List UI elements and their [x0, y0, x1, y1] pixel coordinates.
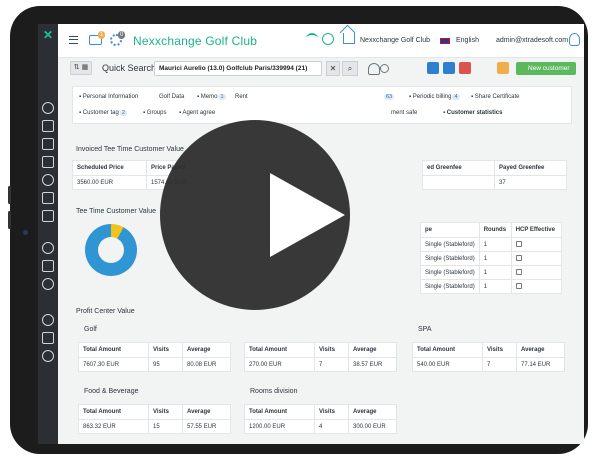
table-row: 7607.30 EUR 95 80.08 EUR [78, 357, 231, 372]
tablet-side-button [8, 211, 11, 229]
tab-share-certificate[interactable]: ▪ Share Certificate [471, 94, 519, 100]
receipt-icon[interactable] [42, 192, 54, 204]
golf-icon[interactable] [42, 174, 54, 186]
invoiced-table-right: ed Greenfee Payed Greenfee 37 [422, 160, 567, 190]
tablet-side-button [8, 186, 11, 204]
user-email[interactable]: admin@xtradesoft.com [496, 37, 568, 44]
profit-center-rooms-title: Rooms division [250, 388, 298, 395]
table-row: Single (Stableford) 1 [420, 279, 562, 294]
scheduled-price-value: 3560.00 EUR [72, 175, 147, 190]
table-row: 270.00 EUR 7 38.57 EUR [244, 357, 397, 372]
tee-time-title: Tee Time Customer Value [76, 208, 157, 215]
globe-icon[interactable] [322, 33, 334, 45]
sidebar: ✕ [38, 24, 58, 444]
view-toggle-button[interactable]: ⇅ ▦ [70, 61, 92, 75]
checkbox[interactable] [515, 255, 522, 262]
sitemap-icon[interactable] [42, 332, 54, 344]
search-bar: ⇅ ▦ Quick Search Maurici Aurelio (13.0) … [58, 58, 584, 80]
calendar-icon[interactable] [42, 138, 54, 150]
profit-table-center-2: Total Amount Visits Average 270.00 EUR 7 38.… [244, 342, 397, 372]
tee-time-table: pe Rounds HCP Effective Single (Stablefo… [420, 222, 562, 294]
trophy-icon[interactable] [42, 242, 54, 254]
tab-golf-data[interactable]: Golf Data [159, 94, 184, 100]
tab-personal-information[interactable]: ▪ Personal Information [79, 94, 138, 100]
invoiced-title: Invoiced Tee Time Customer Value [76, 146, 184, 153]
profit-table-fb: Total Amount Visits Average 863.32 EUR 15 57… [78, 404, 231, 434]
language-selector[interactable]: English [456, 37, 479, 44]
new-customer-button[interactable]: New customer [516, 62, 576, 75]
search-button[interactable]: ⌕ [342, 61, 358, 76]
profit-center-golf-title: Golf [84, 326, 97, 333]
col-greenfee: ed Greenfee [422, 160, 495, 176]
mail-badge: 1 [98, 31, 106, 39]
app-title: Nexxchange Golf Club [133, 34, 258, 48]
save-button[interactable] [443, 62, 455, 74]
col-type: pe [420, 222, 480, 238]
tab-rent[interactable]: Rent [235, 94, 248, 100]
tab-periodic-billing[interactable]: ▪ Periodic billing 4 [409, 94, 460, 100]
col-hcp-effective: HCP Effective [510, 222, 562, 238]
home-nav-icon[interactable] [42, 260, 54, 272]
club-link[interactable]: Nexxchange Golf Club [360, 37, 430, 44]
tab-groups[interactable]: ▪ Groups [143, 110, 166, 116]
wifi-icon [306, 33, 318, 45]
play-icon[interactable] [270, 173, 345, 257]
tab-customer-statistics[interactable]: ▪ Customer statistics [443, 110, 502, 116]
profit-title: Profit Center Value [76, 308, 135, 315]
table-row: Single (Stableford) 1 [420, 265, 562, 280]
table-row: 1200.00 EUR 4 300.00 EUR [244, 419, 397, 434]
table-row: 540.00 EUR 7 77.14 EUR [412, 357, 565, 372]
tab-bookings[interactable]: 63 [383, 94, 395, 100]
calendar-2-icon[interactable] [42, 210, 54, 222]
globe-nav-icon[interactable] [42, 278, 54, 290]
globe-small-icon[interactable] [380, 64, 389, 73]
col-scheduled-price: Scheduled Price [72, 160, 147, 176]
settings-badge: 0 [118, 31, 126, 39]
user-icon[interactable] [569, 33, 580, 46]
delete-button[interactable] [459, 62, 471, 74]
flag-icon[interactable] [440, 38, 450, 44]
search-input[interactable]: Maurici Aurelio (13.0) Golfclub Paris/33… [154, 61, 322, 76]
profit-table-rooms: Total Amount Visits Average 1200.00 EUR 4 30… [244, 404, 397, 434]
top-bar: 1 0 Nexxchange Golf Club Nexxchange Golf… [58, 24, 584, 58]
col-payed-greenfee: Payed Greenfee [494, 160, 567, 176]
tee-time-donut-chart [85, 224, 137, 276]
table-row: Single (Stableford) 1 [420, 251, 562, 266]
checkbox[interactable] [515, 241, 522, 248]
users-icon[interactable] [42, 102, 54, 114]
card-icon[interactable] [42, 156, 54, 168]
document-icon[interactable] [42, 120, 54, 132]
greenfee-value [422, 175, 495, 190]
profit-table-golf: Total Amount Visits Average 7607.30 EUR 95 8… [78, 342, 231, 372]
tablet-camera [23, 230, 28, 235]
col-rounds: Rounds [478, 222, 512, 238]
checkbox[interactable] [515, 269, 522, 276]
table-row: 863.32 EUR 15 57.55 EUR [78, 419, 231, 434]
chat-icon[interactable] [42, 350, 54, 362]
people-icon[interactable] [368, 63, 380, 75]
settings-nav-icon[interactable] [42, 314, 54, 326]
tabs-panel: ▪ Personal Information Golf Data ▪ Memo 1… [72, 86, 572, 124]
warning-button[interactable] [497, 62, 509, 74]
profit-center-fb-title: Food & Beverage [84, 388, 139, 395]
profit-center-spa-title: SPA [418, 326, 432, 333]
logo-icon[interactable]: ✕ [41, 28, 55, 42]
tab-customer-tag[interactable]: ▪ Customer tag 2 [79, 110, 127, 116]
profit-table-spa: Total Amount Visits Average 540.00 EUR 7 77.… [412, 342, 565, 372]
clear-search-button[interactable]: ✕ [326, 61, 340, 76]
checkbox[interactable] [515, 283, 522, 290]
tab-memo[interactable]: ▪ Memo 1 [197, 94, 226, 100]
tab-document-safe[interactable]: ment safe [391, 110, 417, 116]
home-icon[interactable] [343, 33, 355, 44]
payed-greenfee-value: 37 [494, 175, 567, 190]
table-row: Single (Stableford) 1 [420, 237, 562, 252]
menu-icon[interactable] [69, 36, 78, 44]
quick-search-label: Quick Search [102, 63, 157, 73]
print-button[interactable] [427, 62, 439, 74]
tab-agent-agreement[interactable]: ▪ Agent agree [179, 110, 215, 116]
